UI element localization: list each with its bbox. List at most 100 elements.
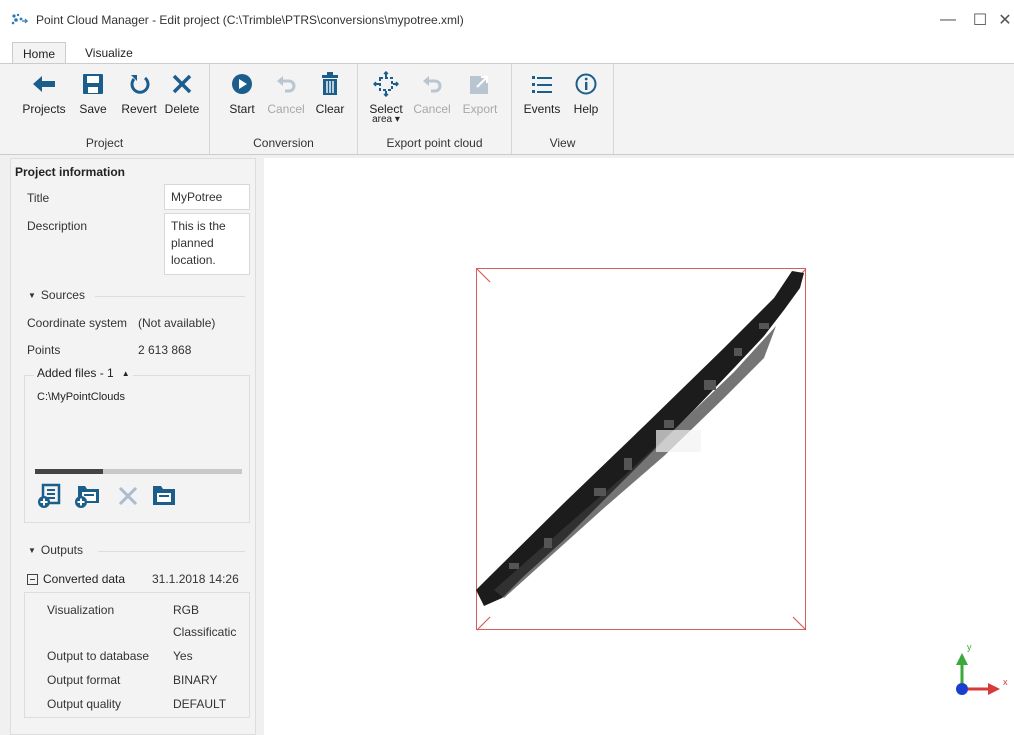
window-title: Point Cloud Manager - Edit project (C:\T… bbox=[36, 13, 464, 27]
3d-viewport[interactable]: y x bbox=[264, 158, 1014, 735]
ribbon-group-label-conversion: Conversion bbox=[253, 136, 314, 150]
title-field[interactable]: MyPotree bbox=[164, 184, 250, 210]
minimize-button[interactable]: — bbox=[932, 0, 964, 40]
outputs-heading: Outputs bbox=[40, 543, 83, 557]
ribbon-tabs: Home Visualize bbox=[0, 40, 1014, 64]
description-label: Description bbox=[27, 219, 88, 233]
events-label: Events bbox=[523, 102, 561, 116]
revert-icon bbox=[125, 70, 153, 98]
select-area-button[interactable]: Select area ▾ bbox=[364, 70, 408, 125]
add-folder-button[interactable] bbox=[73, 481, 103, 511]
select-area-icon bbox=[372, 70, 400, 98]
progress-bar bbox=[35, 469, 242, 474]
converted-data-label: Converted data bbox=[43, 572, 126, 586]
output-to-database-value: Yes bbox=[173, 649, 193, 663]
added-files-toggle[interactable]: Added files - 1 ▲ bbox=[34, 366, 133, 380]
conversion-cancel-label: Cancel bbox=[267, 102, 305, 116]
maximize-button[interactable]: ☐ bbox=[964, 0, 996, 40]
ribbon-group-export: Select area ▾ Cancel Export Export point… bbox=[358, 64, 512, 154]
delete-label: Delete bbox=[164, 102, 200, 116]
play-icon bbox=[228, 70, 256, 98]
points-label: Points bbox=[27, 343, 61, 357]
sources-divider bbox=[95, 296, 245, 297]
converted-data-toggle[interactable]: Converted data bbox=[27, 572, 125, 586]
list-icon bbox=[528, 70, 556, 98]
expand-triangle-icon: ▼ bbox=[28, 290, 36, 300]
remove-file-button[interactable] bbox=[113, 481, 143, 511]
visualization-value-rgb: RGB bbox=[173, 603, 200, 617]
visualization-label: Visualization bbox=[47, 603, 115, 617]
remove-icon bbox=[118, 486, 138, 506]
converted-data-date: 31.1.2018 14:26 bbox=[152, 572, 239, 586]
expand-triangle-icon: ▼ bbox=[28, 545, 36, 555]
delete-button[interactable]: Delete bbox=[160, 70, 204, 116]
save-label: Save bbox=[79, 102, 107, 116]
output-quality-label: Output quality bbox=[47, 697, 122, 711]
points-value: 2 613 868 bbox=[138, 343, 192, 357]
ribbon-group-label-project: Project bbox=[85, 136, 124, 150]
sources-heading: Sources bbox=[40, 288, 85, 302]
converted-data-details: Visualization RGB Classificatic Output t… bbox=[24, 592, 250, 718]
visualization-value-classification: Classificatic bbox=[173, 625, 237, 639]
conversion-cancel-button[interactable]: Cancel bbox=[264, 70, 308, 116]
ribbon-group-label-view: View bbox=[549, 136, 576, 150]
info-icon bbox=[572, 70, 600, 98]
revert-button[interactable]: Revert bbox=[117, 70, 161, 116]
ribbon-group-project: Projects Save Revert Delete Project bbox=[0, 64, 210, 154]
ribbon-group-conversion: Start Cancel Clear Conversion bbox=[210, 64, 358, 154]
added-files-box: Added files - 1 ▲ C:\MyPointClouds bbox=[24, 366, 250, 523]
coordinate-system-value: (Not available) bbox=[138, 316, 216, 330]
outputs-divider bbox=[98, 551, 245, 552]
axis-x-label: x bbox=[1003, 677, 1008, 687]
trash-icon bbox=[316, 70, 344, 98]
tab-home[interactable]: Home bbox=[12, 42, 67, 64]
add-folder-icon bbox=[75, 486, 99, 508]
files-list[interactable]: C:\MyPointClouds bbox=[25, 384, 243, 464]
arrow-left-icon bbox=[30, 70, 58, 98]
events-button[interactable]: Events bbox=[520, 70, 564, 116]
app-icon bbox=[11, 13, 28, 25]
add-file-button[interactable] bbox=[35, 481, 65, 511]
clear-button[interactable]: Clear bbox=[308, 70, 352, 116]
added-files-label: Added files - 1 bbox=[37, 366, 114, 380]
undo-icon bbox=[418, 70, 446, 98]
export-cancel-label: Cancel bbox=[413, 102, 451, 116]
projects-button[interactable]: Projects bbox=[22, 70, 66, 116]
collapse-box-icon bbox=[27, 573, 38, 585]
output-format-value: BINARY bbox=[173, 673, 218, 687]
start-label: Start bbox=[229, 102, 255, 116]
coordinate-system-label: Coordinate system bbox=[27, 316, 128, 330]
sources-section-toggle[interactable]: ▼ Sources bbox=[28, 288, 85, 302]
export-cancel-button[interactable]: Cancel bbox=[410, 70, 454, 116]
axis-gizmo bbox=[956, 653, 1000, 695]
title-bar: Point Cloud Manager - Edit project (C:\T… bbox=[0, 0, 1014, 40]
save-button[interactable]: Save bbox=[72, 70, 114, 116]
export-label: Export bbox=[462, 102, 498, 116]
description-field[interactable]: This is the planned location. bbox=[164, 213, 250, 275]
tab-visualize[interactable]: Visualize bbox=[75, 42, 143, 64]
close-button[interactable]: ✕ bbox=[996, 0, 1014, 40]
delete-icon bbox=[168, 70, 196, 98]
axis-y-label: y bbox=[967, 642, 972, 652]
help-button[interactable]: Help bbox=[564, 70, 608, 116]
help-label: Help bbox=[573, 102, 599, 116]
progress-fill bbox=[35, 469, 104, 474]
start-button[interactable]: Start bbox=[220, 70, 264, 116]
export-icon bbox=[466, 70, 494, 98]
projects-label: Projects bbox=[22, 102, 66, 116]
collapse-triangle-icon: ▲ bbox=[121, 368, 130, 378]
point-cloud-render bbox=[476, 268, 1000, 695]
file-list-item[interactable]: C:\MyPointClouds bbox=[37, 391, 125, 403]
outputs-section-toggle[interactable]: ▼ Outputs bbox=[28, 543, 83, 557]
ribbon-group-label-export: Export point cloud bbox=[386, 136, 483, 150]
title-label: Title bbox=[27, 191, 50, 205]
save-icon bbox=[79, 70, 107, 98]
folder-icon bbox=[153, 486, 175, 505]
ribbon: Projects Save Revert Delete Project Star… bbox=[0, 63, 1014, 155]
export-button[interactable]: Export bbox=[458, 70, 502, 116]
output-to-database-label: Output to database bbox=[47, 649, 150, 663]
open-folder-button[interactable] bbox=[149, 481, 179, 511]
add-file-icon bbox=[38, 483, 61, 508]
ribbon-group-view: Events Help View bbox=[512, 64, 614, 154]
undo-icon bbox=[272, 70, 300, 98]
